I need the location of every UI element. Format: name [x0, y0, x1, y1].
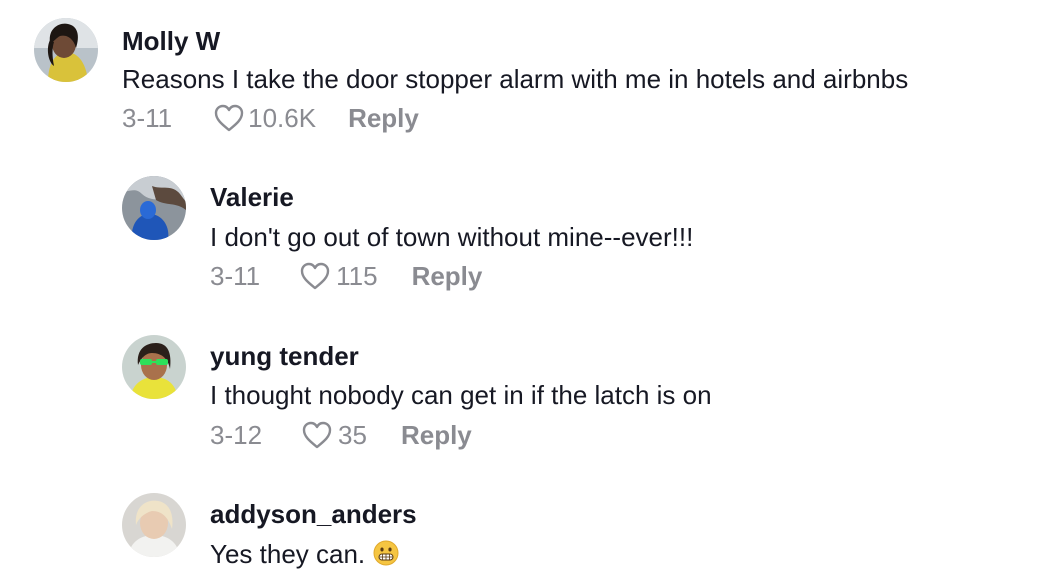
avatar[interactable]: [122, 335, 186, 399]
heart-outline-icon: [212, 102, 246, 134]
comment-text-content: Yes they can.: [210, 539, 366, 569]
avatar[interactable]: [122, 493, 186, 557]
reply-button[interactable]: Reply: [401, 422, 472, 448]
comment-date: 3-11: [122, 103, 173, 133]
comment-username[interactable]: addyson_anders: [210, 501, 417, 527]
reply-button[interactable]: Reply: [348, 105, 419, 131]
avatar[interactable]: [122, 176, 186, 240]
comment-text: I thought nobody can get in if the latch…: [210, 380, 712, 410]
reply-button[interactable]: Reply: [412, 263, 483, 289]
comment-date: 3-12: [210, 420, 263, 450]
like-button[interactable]: 35: [300, 419, 367, 451]
like-button[interactable]: 115: [298, 260, 378, 292]
like-count: 35: [338, 420, 367, 450]
like-count: 115: [336, 261, 378, 291]
comment-text: Reasons I take the door stopper alarm wi…: [122, 64, 909, 94]
comment-meta: 3-11 115 Reply: [210, 260, 482, 292]
comment-meta: 3-12 35 Reply: [210, 419, 472, 451]
grimacing-face-icon: [373, 540, 399, 566]
comment-username[interactable]: Molly W: [122, 28, 220, 54]
comment-date: 3-11: [210, 261, 261, 291]
heart-outline-icon: [298, 260, 332, 292]
like-count: 10.6K: [248, 103, 317, 133]
comment-text: I don't go out of town without mine--eve…: [210, 222, 694, 252]
comment-username[interactable]: yung tender: [210, 343, 359, 369]
like-button[interactable]: 10.6K: [212, 102, 316, 134]
comment-text: Yes they can.: [210, 540, 399, 567]
heart-outline-icon: [300, 419, 334, 451]
avatar[interactable]: [34, 18, 98, 82]
comment-username[interactable]: Valerie: [210, 184, 294, 210]
comment-meta: 3-11 10.6K Reply: [122, 102, 419, 134]
